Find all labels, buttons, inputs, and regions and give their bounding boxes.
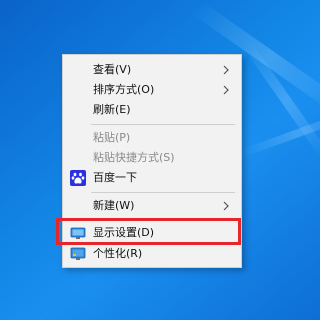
menu-item-label: 新建(W) [93, 199, 135, 212]
menu-item-label: 排序方式(O) [93, 83, 155, 96]
menu-separator [91, 192, 235, 193]
menu-item-label: 查看(V) [93, 63, 132, 76]
baidu-paw-icon [70, 170, 86, 186]
display-settings-icon [70, 227, 86, 239]
desktop-context-menu: 查看(V) 排序方式(O) 刷新(E) 粘贴(P) 粘贴快捷方式(S) 百度一下… [62, 54, 242, 268]
chevron-right-icon [223, 65, 229, 75]
menu-separator [91, 124, 235, 125]
wallpaper-light-ray [240, 108, 320, 158]
chevron-right-icon [223, 201, 229, 211]
chevron-right-icon [223, 85, 229, 95]
menu-item-paste-shortcut[interactable]: 粘贴快捷方式(S) [63, 147, 241, 169]
menu-item-personalize[interactable]: 个性化(R) [63, 243, 241, 265]
menu-separator [91, 219, 235, 220]
menu-item-paste[interactable]: 粘贴(P) [63, 127, 241, 149]
menu-item-new[interactable]: 新建(W) [63, 195, 241, 217]
personalize-icon [70, 247, 86, 260]
menu-item-display-settings[interactable]: 显示设置(D) [63, 222, 241, 244]
menu-item-view[interactable]: 查看(V) [63, 59, 241, 81]
menu-item-label: 个性化(R) [93, 247, 143, 260]
menu-item-sort-by[interactable]: 排序方式(O) [63, 79, 241, 101]
menu-item-label: 显示设置(D) [93, 226, 155, 239]
menu-item-label: 刷新(E) [93, 103, 131, 116]
menu-item-label: 粘贴快捷方式(S) [93, 151, 175, 164]
menu-item-label: 粘贴(P) [93, 131, 131, 144]
menu-item-baidu[interactable]: 百度一下 [63, 167, 241, 189]
menu-item-refresh[interactable]: 刷新(E) [63, 99, 241, 121]
menu-item-label: 百度一下 [93, 171, 137, 184]
